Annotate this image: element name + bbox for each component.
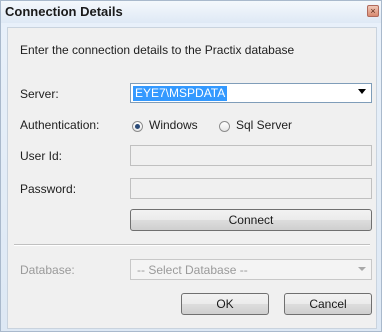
user-id-label: User Id: [20, 149, 63, 163]
password-field[interactable] [130, 178, 372, 199]
close-button[interactable]: × [367, 5, 379, 17]
dialog-title: Connection Details [5, 4, 123, 19]
server-value: EYE7\MSPDATA [133, 86, 228, 101]
radio-windows-label[interactable]: Windows [149, 118, 198, 132]
server-label: Server: [20, 87, 59, 101]
radio-windows[interactable] [132, 121, 143, 132]
connect-button[interactable]: Connect [130, 209, 372, 231]
password-label: Password: [20, 182, 77, 196]
ok-button[interactable]: OK [181, 293, 269, 315]
chevron-down-icon[interactable] [358, 267, 366, 271]
separator [14, 244, 370, 246]
connection-details-dialog: Connection Details × Enter the connectio… [0, 0, 382, 332]
database-combobox[interactable]: -- Select Database -- [130, 259, 372, 280]
close-icon: × [370, 6, 376, 16]
radio-sql-server[interactable] [219, 121, 230, 132]
cancel-button[interactable]: Cancel [284, 293, 372, 315]
dialog-body: Enter the connection details to the Prac… [7, 27, 377, 329]
title-bar[interactable]: Connection Details × [1, 1, 381, 23]
authentication-label: Authentication: [20, 118, 100, 132]
user-id-field[interactable] [130, 145, 372, 166]
database-label: Database: [20, 263, 75, 277]
chevron-down-icon[interactable] [358, 89, 366, 94]
radio-sql-server-label[interactable]: Sql Server [236, 118, 292, 132]
database-placeholder: -- Select Database -- [137, 263, 248, 277]
server-combobox[interactable]: EYE7\MSPDATA [130, 83, 372, 103]
intro-text: Enter the connection details to the Prac… [20, 43, 295, 57]
